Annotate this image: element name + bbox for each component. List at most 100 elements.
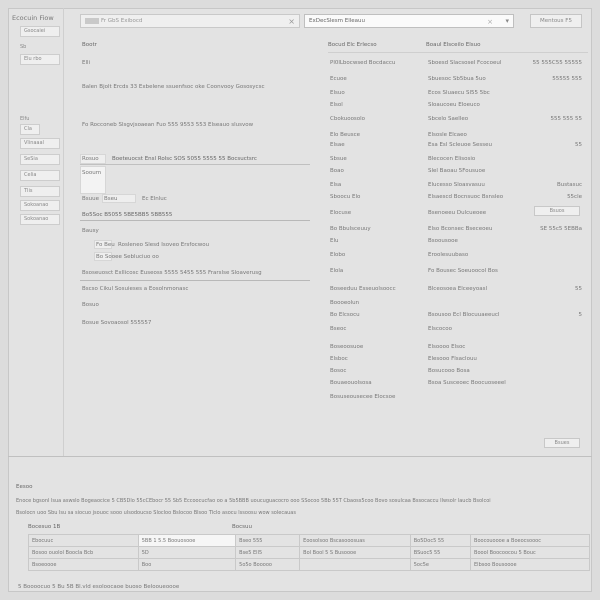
- address-field[interactable]: ExDecSlesm Elleauu × ▾: [304, 14, 514, 28]
- right-row-value[interactable]: Bsousoo Ecl Blocuuaeeucl: [428, 312, 499, 319]
- left-line-17: Bosuo: [82, 302, 99, 308]
- right-side-button[interactable]: Bsuos: [534, 206, 580, 216]
- right-header-1: Boaul Elsceilo Elsuo: [426, 42, 481, 48]
- right-row-value[interactable]: Slel Baoau 5Fousuoe: [428, 168, 485, 175]
- table-cell[interactable]: 5o5o Booooo: [235, 558, 301, 571]
- table-cell[interactable]: Bosoo ouolol Boocla Bcb: [28, 546, 139, 559]
- table-cell[interactable]: Boool Boocoocou 5 Bouc: [470, 546, 590, 559]
- left-line-2: Balen Bjolt Ercds 33 Exbelene ssuenfsoc …: [82, 84, 265, 90]
- right-row-value[interactable]: Elso Bconsec Bseceoeu: [428, 226, 492, 233]
- table-cell[interactable]: BSuoc5 55: [409, 546, 472, 559]
- table-cell[interactable]: 5oc5e: [409, 558, 472, 571]
- table-cell[interactable]: Bsoeoooe: [28, 558, 139, 571]
- right-row-value[interactable]: Blecocen Elisosio: [428, 156, 475, 163]
- table-cell[interactable]: Bseo 555: [235, 534, 301, 547]
- left-line-7: Bsuue: [82, 196, 99, 202]
- table-cell[interactable]: Eoosolsoo Bscasooosuas: [299, 534, 411, 547]
- right-row-value[interactable]: Sloaucoeu Eloeuco: [428, 102, 480, 109]
- sidebar-item-1[interactable]: Sb: [20, 44, 26, 50]
- bottom-table: Ebocuuc 5BB 1 5.5 Boouosooe Bseo 555 Eoosol…: [28, 534, 590, 571]
- left-line-0: Bootr: [82, 42, 97, 48]
- table-cell[interactable]: Bo5Doc5 55: [409, 534, 472, 547]
- right-row-aux: Bustasuc: [556, 182, 582, 188]
- right-row-value[interactable]: Esa Esl Scleuoe Sesseu: [428, 142, 492, 149]
- right-row-value[interactable]: Elscocoo: [428, 326, 452, 333]
- right-row-value[interactable]: Elucesso Sloasvasuu: [428, 182, 485, 189]
- right-row-aux: SE 55c5 5EBBa: [540, 226, 582, 232]
- left-line-8: Bseu: [104, 196, 118, 202]
- right-row-aux: 5: [578, 312, 583, 318]
- bottom-col-2: Bocsuu: [232, 524, 252, 530]
- right-row-value[interactable]: Sbcelo Saelleo: [428, 116, 468, 123]
- sidebar-item-5[interactable]: Vlinaaal: [20, 138, 60, 149]
- sidebar-title: Ecocuin Fiow: [12, 14, 54, 22]
- right-row-value[interactable]: Elsosle Elcaeo: [428, 132, 467, 139]
- divider: [80, 164, 310, 165]
- chevron-down-icon[interactable]: ▾: [505, 15, 509, 27]
- right-row-label: Boao: [330, 168, 344, 174]
- table-cell[interactable]: 5BB 1 5.5 Boouosooe: [137, 534, 237, 547]
- search-value: Fr GbS Exibocd: [101, 18, 143, 24]
- bottom-col-1: Bocesuo 1B: [28, 524, 61, 530]
- right-row-aux: 55555 555: [552, 76, 582, 82]
- right-row-value[interactable]: Bsoa Susceoec Boocuoseeel: [428, 380, 506, 387]
- table-row: Bosoo ouolol Boocla Bcb 5D Bse5 Ell5 Bol Bo…: [28, 546, 590, 559]
- bottom-para-1: Enoce bgsonl lsua aswslo Bogeaocice 5 CB…: [16, 498, 491, 504]
- table-cell[interactable]: Boo: [137, 558, 237, 571]
- table-cell[interactable]: Ebocuuc: [28, 534, 139, 547]
- table-row: Bsoeoooe Boo 5o5o Booooo 5oc5e Elbsoo Bousoo…: [28, 558, 590, 571]
- sidebar-item-3[interactable]: Elfu: [20, 116, 29, 122]
- section-divider: [8, 456, 592, 457]
- sidebar-item-10[interactable]: Sokoanao: [20, 214, 60, 225]
- sidebar-item-0[interactable]: Gsocaiei: [20, 26, 60, 37]
- sidebar-item-8[interactable]: Tlis: [20, 186, 60, 197]
- footnote: 5 Boooocuo 5 Bu 5B Bl.vld esoloocaoe buo…: [18, 584, 180, 590]
- right-row-label: Sbsue: [330, 156, 347, 162]
- right-row-label: Bosoc: [330, 368, 347, 374]
- right-row-aux: 55 555C55 55555: [532, 60, 582, 66]
- right-row-label: Elola: [330, 268, 344, 274]
- left-line-3: Fo Rocconeb Slsgvjsoaean Fuo 555 9553 55…: [82, 122, 254, 128]
- table-cell[interactable]: Boocouoooe a Boeocsoooc: [470, 534, 590, 547]
- right-bottom-button[interactable]: Bsues: [544, 438, 580, 448]
- right-row-value[interactable]: Bosucooo Bosa: [428, 368, 470, 375]
- right-row-value[interactable]: Sbuesoc Sb5bua 5uo: [428, 76, 486, 83]
- left-line-1: Elli: [82, 60, 91, 66]
- table-cell[interactable]: [299, 558, 411, 571]
- right-row-label: Elocuse: [330, 210, 352, 216]
- search-icon: [85, 18, 99, 24]
- right-row-value[interactable]: Blceosoea Elceeyoasl: [428, 286, 487, 293]
- sidebar-item-4[interactable]: Cla: [20, 124, 40, 135]
- sidebar-item-6[interactable]: SeSia: [20, 154, 60, 165]
- top-action-button[interactable]: Mentous F5: [530, 14, 582, 28]
- table-cell[interactable]: Bol Bool 5 S Busoooe: [299, 546, 411, 559]
- right-row-value[interactable]: Eroolesuubaso: [428, 252, 468, 259]
- right-row-value[interactable]: Elsaescd Bocnsuoc Bsnsleo: [428, 194, 503, 201]
- close-icon[interactable]: ×: [288, 16, 295, 28]
- right-row-value[interactable]: Sboesd Slacsosel Fcocoeul: [428, 60, 501, 67]
- right-row-value[interactable]: Bsenoeeu Dulcueoee: [428, 210, 486, 217]
- search-input[interactable]: Fr GbS Exibocd ×: [80, 14, 300, 28]
- table-cell[interactable]: Elbsoo Bousoooe: [470, 558, 590, 571]
- left-line-16: Bscso Cikul Sosuieses a Eosolnmonasc: [82, 286, 189, 292]
- clear-icon[interactable]: ×: [487, 16, 493, 28]
- left-line-12: Fo Beu: [96, 242, 115, 248]
- right-row-label: Boseoosuoe: [330, 344, 364, 350]
- sidebar-item-7[interactable]: Celia: [20, 170, 60, 181]
- right-row-label: Boooeolun: [330, 300, 360, 306]
- sidebar-item-9[interactable]: Sokoanao: [20, 200, 60, 211]
- right-row-value[interactable]: Elesooo Flsaclouu: [428, 356, 477, 363]
- right-row-aux: 55cle: [567, 194, 582, 200]
- right-row-value[interactable]: Elsoooo Elsoc: [428, 344, 465, 351]
- right-row-value[interactable]: Ecos Sluaecu Sl55 5bc: [428, 90, 490, 97]
- right-row-aux: 555 555 55: [550, 116, 583, 122]
- left-line-5: Boeteuocst Ensl Rolsc SOS 5055 5555 55 B…: [112, 156, 257, 162]
- right-row-value[interactable]: Bsoousooe: [428, 238, 458, 245]
- left-line-15: Bsoseuosct Exllicosc Euseoss 5555 5455 5…: [82, 270, 262, 276]
- table-cell[interactable]: 5D: [137, 546, 237, 559]
- sidebar-item-2[interactable]: Elu rbo: [20, 54, 60, 65]
- bottom-title: Eesoo: [16, 484, 33, 490]
- table-cell[interactable]: Bse5 Ell5: [235, 546, 301, 559]
- right-row-value[interactable]: Fo Bousec Soeuoocol Bos: [428, 268, 498, 275]
- divider: [80, 280, 310, 281]
